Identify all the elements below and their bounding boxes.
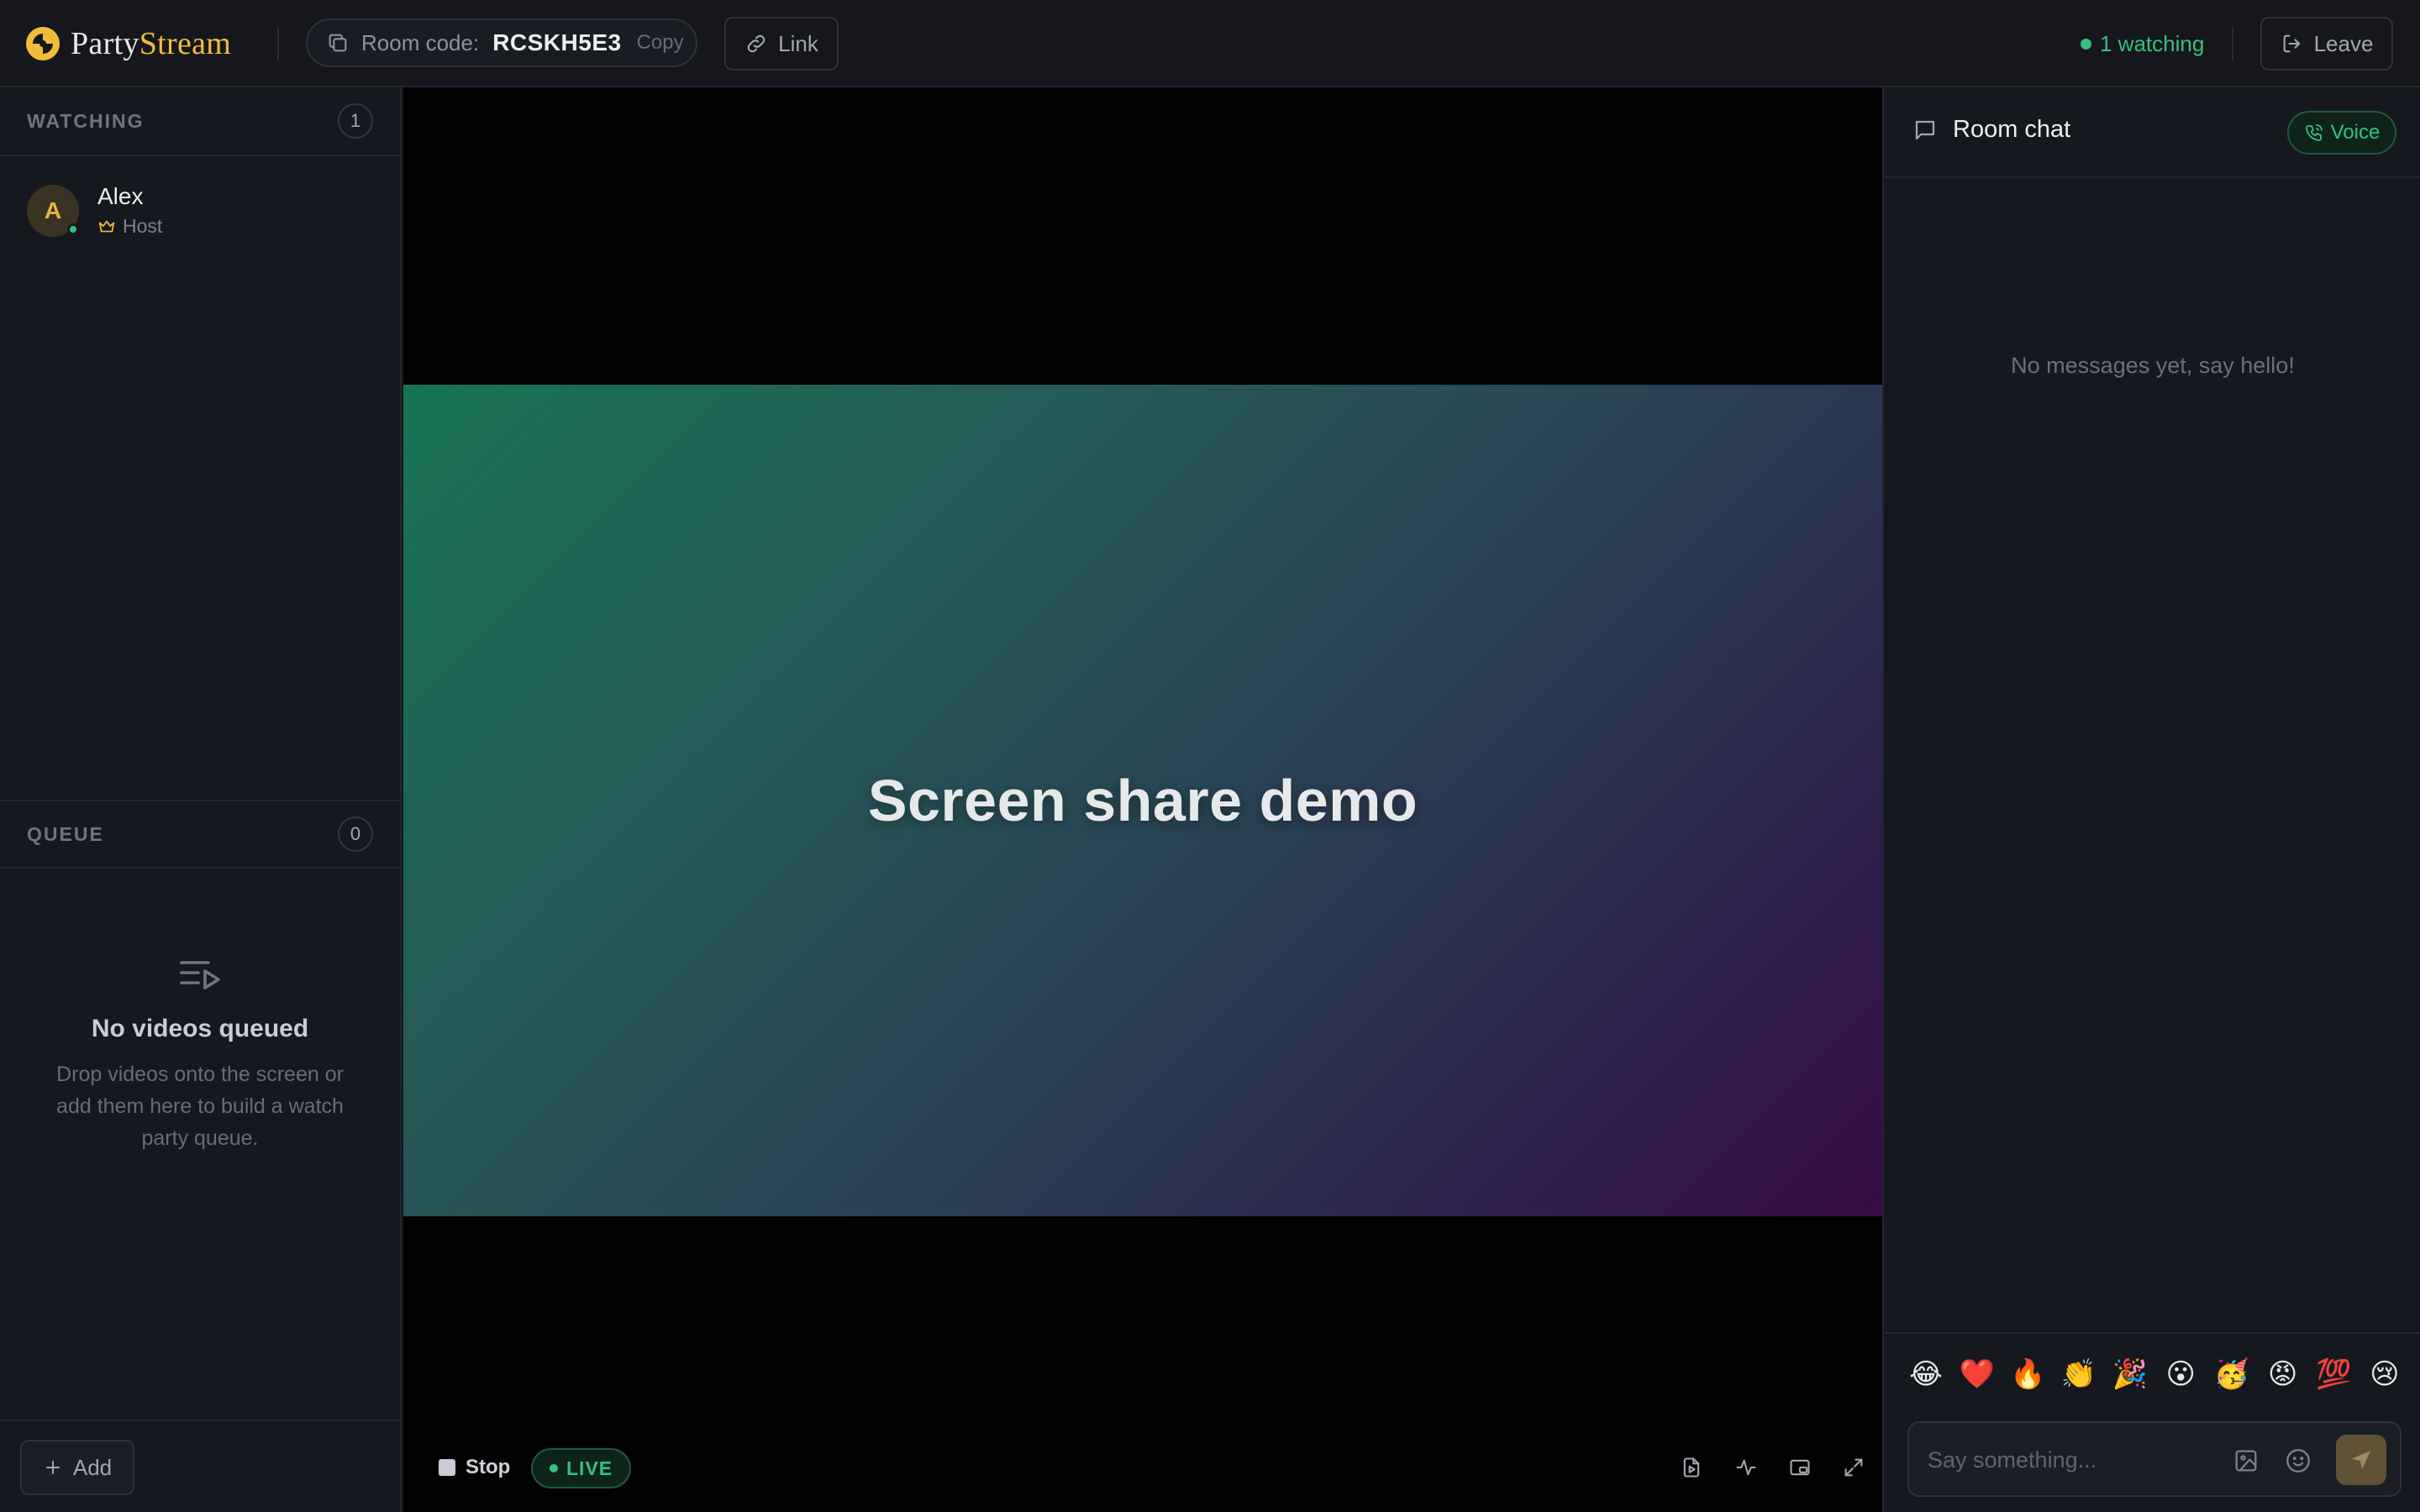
member-item[interactable]: A Alex Host xyxy=(27,183,162,238)
emoji-fire-button[interactable]: 🔥 xyxy=(2009,1356,2046,1393)
phone-icon xyxy=(2305,124,2323,141)
member-role-label: Host xyxy=(123,215,163,237)
chat-composer xyxy=(1907,1421,2402,1497)
logo-icon xyxy=(26,27,60,60)
picture-in-picture-icon xyxy=(1790,1459,1810,1476)
brand-name: PartyStream xyxy=(71,25,231,62)
video-stage[interactable]: Screen share demo Stop LIVE xyxy=(403,87,1882,1512)
playlist-icon xyxy=(180,961,220,990)
live-dot-icon xyxy=(550,1464,558,1473)
room-code-value: RCSKH5E3 xyxy=(492,29,622,55)
online-dot-icon xyxy=(2081,38,2091,50)
brand-name-part2: Stream xyxy=(139,26,232,61)
leave-button[interactable]: Leave xyxy=(2260,17,2393,71)
avatar-initial: A xyxy=(44,197,62,223)
queue-section-title: QUEUE xyxy=(27,822,104,845)
fullscreen-button[interactable] xyxy=(1836,1450,1871,1485)
queue-empty-description: Drop videos onto the screen or add them … xyxy=(56,1063,344,1150)
sidebar: WATCHING 1 A Alex Host QUEUE 0 No videos… xyxy=(0,87,402,1512)
screen-share-view: Screen share demo xyxy=(403,385,1882,1216)
link-icon xyxy=(747,34,765,53)
chat-title-label: Room chat xyxy=(1953,116,2071,143)
queue-count-badge: 0 xyxy=(338,816,373,852)
add-video-button[interactable]: Add xyxy=(20,1440,134,1495)
member-info: Alex Host xyxy=(97,183,162,238)
file-video-icon xyxy=(1683,1457,1700,1478)
stats-button[interactable] xyxy=(1728,1450,1764,1485)
emoji-picker-icon[interactable] xyxy=(2284,1446,2312,1475)
queue-empty-title: No videos queued xyxy=(91,1015,309,1042)
emoji-surprised-button[interactable]: 😮 xyxy=(2162,1356,2199,1393)
chat-empty-state: No messages yet, say hello! xyxy=(2011,353,2295,378)
member-name: Alex xyxy=(97,183,144,209)
link-button-label: Link xyxy=(778,30,818,56)
file-video-button[interactable] xyxy=(1674,1450,1709,1485)
chat-header: Room chat Voice xyxy=(1884,87,2420,178)
image-icon[interactable] xyxy=(2232,1446,2260,1475)
emoji-angry-button[interactable]: 😡 xyxy=(2265,1356,2302,1393)
copy-room-code-button[interactable]: Copy xyxy=(637,31,684,55)
copy-icon[interactable] xyxy=(326,31,350,55)
emoji-heart-button[interactable]: ❤️ xyxy=(1959,1356,1996,1393)
online-status-icon xyxy=(67,223,79,235)
queue-section-header: QUEUE 0 xyxy=(0,800,400,869)
chat-title: Room chat xyxy=(1912,116,2070,144)
stop-share-button[interactable]: Stop xyxy=(439,1445,510,1490)
chat-message-input[interactable] xyxy=(1928,1440,2230,1480)
activity-icon xyxy=(1736,1459,1756,1476)
emoji-party-button[interactable]: 🎉 xyxy=(2112,1356,2149,1393)
crown-icon xyxy=(98,220,115,232)
stage-controls: Stop LIVE xyxy=(403,1441,1882,1494)
member-role: Host xyxy=(97,215,162,238)
copy-link-button[interactable]: Link xyxy=(724,17,839,71)
chat-panel: Room chat Voice No messages yet, say hel… xyxy=(1882,87,2420,1512)
leave-icon xyxy=(2283,34,2300,53)
live-badge-label: LIVE xyxy=(566,1457,613,1479)
watch-party-app: PartyStream Room code: RCSKH5E3 Copy Lin… xyxy=(0,0,2420,1512)
voice-button-label: Voice xyxy=(2330,121,2381,144)
top-bar: PartyStream Room code: RCSKH5E3 Copy Lin… xyxy=(0,0,2420,87)
emoji-clap-button[interactable]: 👏 xyxy=(2060,1356,2097,1393)
emoji-reactions: 😂 ❤️ 🔥 👏 🎉 😮 🥳 😡 💯 😢 xyxy=(1907,1351,2403,1398)
send-message-button[interactable] xyxy=(2336,1435,2386,1485)
brand-name-part1: Party xyxy=(71,26,139,61)
watching-count: 1 watching xyxy=(2081,27,2204,60)
fullscreen-icon xyxy=(1844,1458,1863,1477)
queue-empty-state: No videos queued Drop videos onto the sc… xyxy=(0,953,400,1154)
leave-button-label: Leave xyxy=(2313,30,2374,56)
sidebar-footer: Add xyxy=(0,1420,400,1512)
emoji-celebrate-button[interactable]: 🥳 xyxy=(2213,1356,2250,1393)
room-code-pill: Room code: RCSKH5E3 Copy xyxy=(306,18,697,67)
emoji-laughing-button[interactable]: 😂 xyxy=(1907,1356,1944,1393)
divider xyxy=(2232,27,2233,60)
watching-section-title: WATCHING xyxy=(27,109,145,132)
watching-count-badge: 1 xyxy=(338,103,373,139)
room-code-label: Room code: xyxy=(361,29,480,55)
picture-in-picture-button[interactable] xyxy=(1782,1450,1818,1485)
voice-button[interactable]: Voice xyxy=(2287,111,2396,155)
divider xyxy=(277,27,279,60)
brand[interactable]: PartyStream xyxy=(25,24,231,64)
add-button-label: Add xyxy=(72,1454,113,1480)
emoji-sad-button[interactable]: 😢 xyxy=(2366,1356,2403,1393)
screen-share-title: Screen share demo xyxy=(867,768,1418,833)
stop-button-label: Stop xyxy=(466,1456,511,1478)
chat-footer: 😂 ❤️ 🔥 👏 🎉 😮 🥳 😡 💯 😢 xyxy=(1884,1332,2420,1512)
avatar: A xyxy=(27,184,79,237)
watching-count-label: 1 watching xyxy=(2100,30,2205,56)
message-icon xyxy=(1915,120,1935,139)
plus-icon xyxy=(45,1461,60,1474)
send-icon xyxy=(2351,1450,2371,1470)
live-badge: LIVE xyxy=(531,1448,632,1488)
watching-section-header: WATCHING 1 xyxy=(0,87,400,156)
emoji-hundred-button[interactable]: 💯 xyxy=(2315,1356,2352,1393)
stop-icon xyxy=(439,1459,455,1476)
